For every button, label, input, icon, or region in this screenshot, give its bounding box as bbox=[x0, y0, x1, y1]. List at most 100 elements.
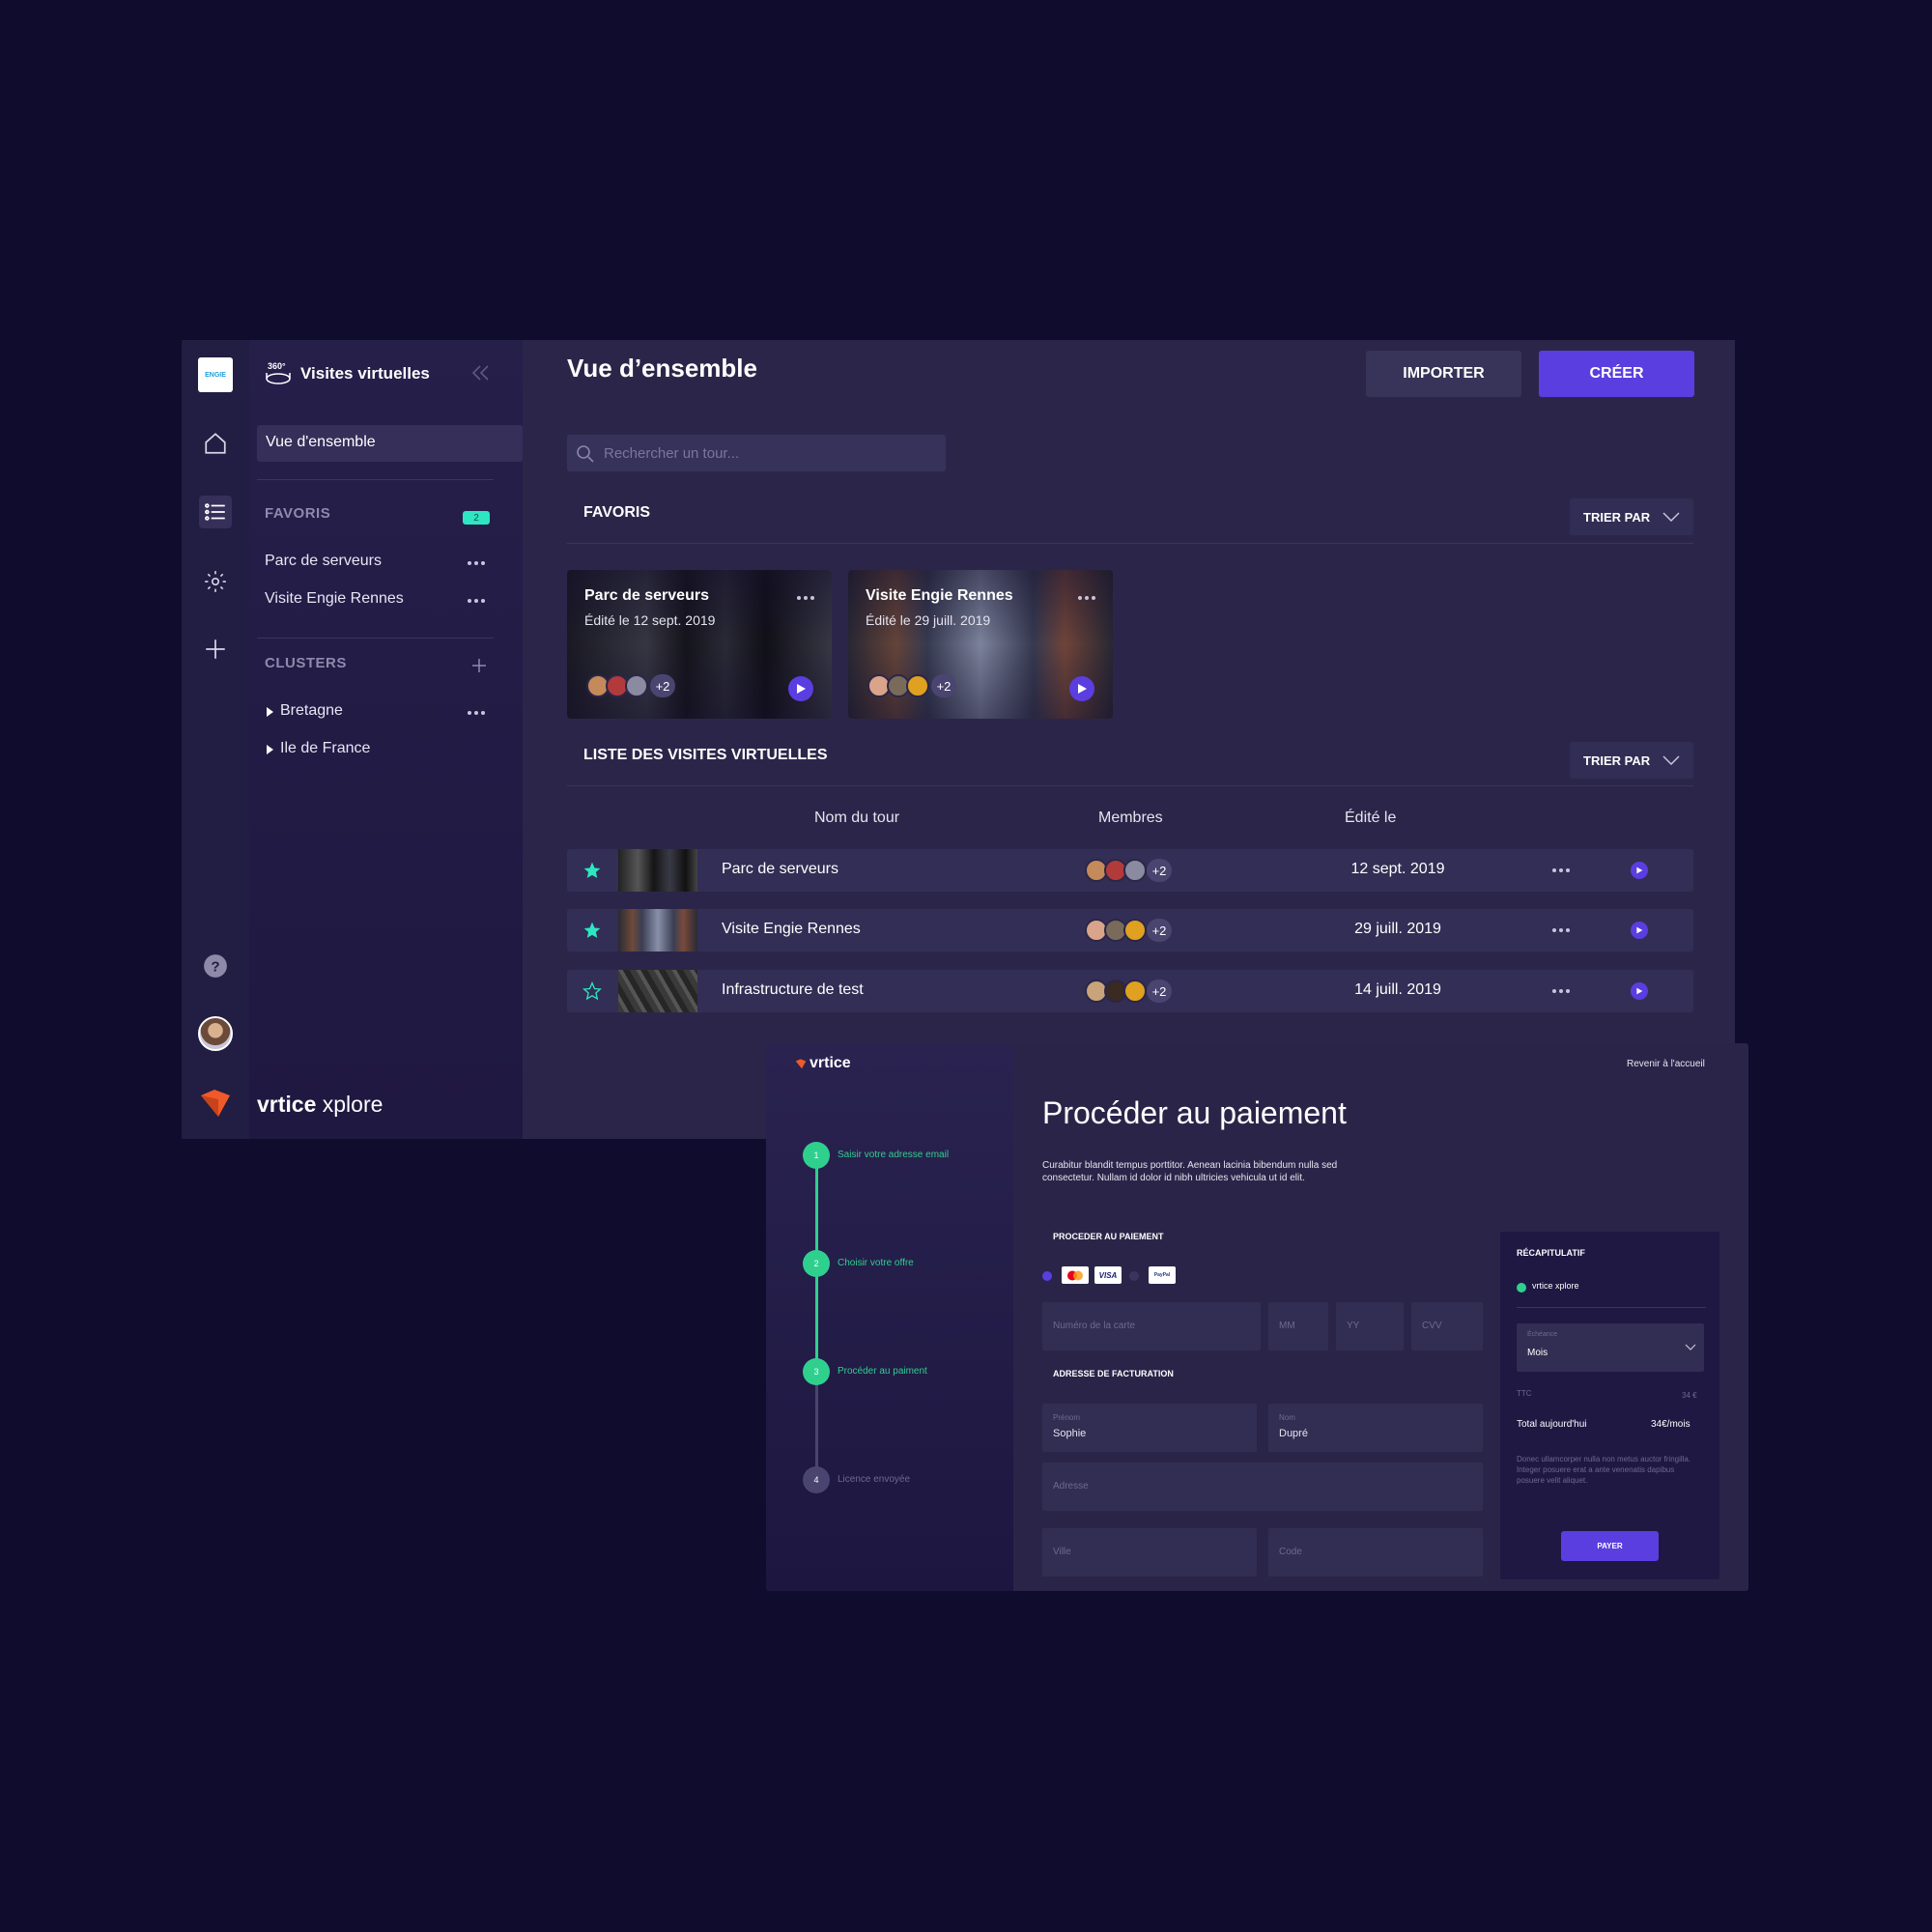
chevron-right-icon[interactable] bbox=[267, 707, 273, 717]
member-avatar bbox=[1123, 919, 1147, 942]
star-filled-icon[interactable] bbox=[582, 861, 602, 880]
home-icon[interactable] bbox=[201, 429, 230, 458]
more-icon[interactable] bbox=[1078, 596, 1097, 602]
tour-date: 12 sept. 2019 bbox=[1350, 861, 1445, 877]
last-name-field[interactable]: Nom Dupré bbox=[1268, 1404, 1483, 1452]
radio-unselected[interactable] bbox=[1129, 1271, 1139, 1281]
play-button[interactable] bbox=[1069, 676, 1094, 701]
user-avatar[interactable] bbox=[198, 1016, 233, 1051]
help-icon[interactable]: ? bbox=[201, 952, 230, 980]
gear-icon[interactable] bbox=[201, 567, 230, 596]
search-input[interactable]: Rechercher un tour... bbox=[567, 435, 946, 471]
sidebar-cluster-item[interactable]: Bretagne bbox=[280, 702, 343, 720]
vrtice-logo-icon bbox=[795, 1059, 807, 1069]
column-header-name[interactable]: Nom du tour bbox=[814, 810, 899, 827]
order-summary: RÉCAPITULATIF vrtice xplore Échéance Moi… bbox=[1500, 1232, 1719, 1579]
engie-logo-text: ENGIE bbox=[205, 371, 226, 379]
chevron-down-icon bbox=[1662, 512, 1680, 522]
postal-code-field[interactable]: Code bbox=[1268, 1528, 1483, 1577]
summary-title: RÉCAPITULATIF bbox=[1517, 1248, 1585, 1258]
clusters-heading: CLUSTERS bbox=[265, 655, 347, 671]
star-outline-icon[interactable] bbox=[582, 981, 602, 1001]
favorite-card[interactable]: Parc de serveurs Édité le 12 sept. 2019 … bbox=[567, 570, 832, 719]
payment-title: Procéder au paiement bbox=[1042, 1095, 1347, 1130]
back-home-link[interactable]: Revenir à l'accueil bbox=[1627, 1059, 1705, 1069]
member-avatar bbox=[906, 674, 929, 697]
more-icon[interactable] bbox=[797, 596, 816, 602]
address-placeholder: Adresse bbox=[1053, 1481, 1089, 1492]
play-button[interactable] bbox=[788, 676, 813, 701]
member-avatar bbox=[1123, 980, 1147, 1003]
city-placeholder: Ville bbox=[1053, 1547, 1071, 1557]
collapse-icon[interactable] bbox=[471, 364, 491, 386]
address-field[interactable]: Adresse bbox=[1042, 1463, 1483, 1511]
add-cluster-icon[interactable] bbox=[471, 658, 487, 678]
card-number-field[interactable]: Numéro de la carte bbox=[1042, 1302, 1261, 1350]
table-row[interactable]: Parc de serveurs +2 12 sept. 2019 bbox=[567, 849, 1693, 892]
column-header-members[interactable]: Membres bbox=[1098, 810, 1163, 827]
first-name-field[interactable]: Prénom Sophie bbox=[1042, 1404, 1257, 1452]
card-subtitle: Édité le 12 sept. 2019 bbox=[584, 612, 716, 628]
icon-rail: ENGIE ? bbox=[182, 340, 249, 1139]
sort-list-button[interactable]: TRIER PAR bbox=[1570, 742, 1693, 779]
tour-date: 14 juill. 2019 bbox=[1354, 981, 1441, 998]
chevron-down-icon bbox=[1662, 755, 1680, 765]
last-name-label: Nom bbox=[1279, 1413, 1295, 1422]
progress-line-todo bbox=[815, 1372, 818, 1478]
more-icon[interactable] bbox=[1552, 868, 1572, 874]
payment-section-title: PROCEDER AU PAIEMENT bbox=[1053, 1232, 1164, 1241]
step-label: Choisir votre offre bbox=[838, 1258, 914, 1268]
card-month-field[interactable]: MM bbox=[1268, 1302, 1328, 1350]
divider bbox=[567, 543, 1693, 544]
favorites-count-badge: 2 bbox=[463, 511, 490, 525]
divider bbox=[257, 479, 494, 480]
star-filled-icon[interactable] bbox=[582, 921, 602, 940]
radio-selected[interactable] bbox=[1042, 1271, 1052, 1281]
favorite-card[interactable]: Visite Engie Rennes Édité le 29 juill. 2… bbox=[848, 570, 1113, 719]
sidebar-favorite-item[interactable]: Visite Engie Rennes bbox=[265, 590, 404, 608]
step-number: 3 bbox=[813, 1367, 819, 1377]
card-year-field[interactable]: YY bbox=[1336, 1302, 1404, 1350]
divider bbox=[257, 638, 494, 639]
first-name-value: Sophie bbox=[1053, 1428, 1087, 1439]
column-header-date[interactable]: Édité le bbox=[1345, 810, 1396, 827]
main-content: Vue d’ensemble IMPORTER CRÉER Rechercher… bbox=[523, 340, 1735, 1139]
sidebar-favorite-item[interactable]: Parc de serveurs bbox=[265, 553, 382, 570]
sidebar-cluster-item[interactable]: Ile de France bbox=[280, 740, 370, 757]
list-icon[interactable] bbox=[199, 496, 232, 528]
step-number: 2 bbox=[813, 1259, 819, 1268]
favorites-count: 2 bbox=[473, 512, 479, 524]
sidebar-item-overview[interactable]: Vue d'ensemble bbox=[257, 425, 523, 462]
table-row[interactable]: Infrastructure de test +2 14 juill. 2019 bbox=[567, 970, 1693, 1012]
more-icon[interactable] bbox=[1552, 989, 1572, 995]
pay-button[interactable]: PAYER bbox=[1561, 1531, 1659, 1561]
play-button[interactable] bbox=[1631, 982, 1648, 1000]
step-marker: 3 bbox=[803, 1358, 830, 1385]
card-cvv-field[interactable]: CVV bbox=[1411, 1302, 1483, 1350]
engie-logo[interactable]: ENGIE bbox=[198, 357, 233, 392]
card-number-placeholder: Numéro de la carte bbox=[1053, 1321, 1136, 1331]
play-button[interactable] bbox=[1631, 862, 1648, 879]
brand-name: vrtice xplore bbox=[257, 1092, 383, 1118]
schedule-select[interactable]: Échéance Mois bbox=[1517, 1323, 1704, 1372]
play-button[interactable] bbox=[1631, 922, 1648, 939]
add-icon[interactable] bbox=[201, 635, 230, 664]
section-title: Visites virtuelles bbox=[300, 364, 430, 383]
more-icon[interactable] bbox=[468, 599, 487, 605]
360-icon: 360° bbox=[264, 359, 293, 393]
more-icon[interactable] bbox=[1552, 928, 1572, 934]
import-button[interactable]: IMPORTER bbox=[1366, 351, 1521, 397]
more-icon[interactable] bbox=[468, 711, 487, 717]
card-title: Parc de serveurs bbox=[584, 587, 709, 604]
chevron-right-icon[interactable] bbox=[267, 745, 273, 754]
member-avatar bbox=[1123, 859, 1147, 882]
create-button[interactable]: CRÉER bbox=[1539, 351, 1694, 397]
sort-favorites-button[interactable]: TRIER PAR bbox=[1570, 498, 1693, 535]
summary-note: Donec ullamcorper nulla non metus auctor… bbox=[1517, 1455, 1691, 1485]
members-extra-count: +2 bbox=[1147, 980, 1172, 1003]
table-row[interactable]: Visite Engie Rennes +2 29 juill. 2019 bbox=[567, 909, 1693, 952]
city-field[interactable]: Ville bbox=[1042, 1528, 1257, 1577]
step-marker: 1 bbox=[803, 1142, 830, 1169]
step-marker: 2 bbox=[803, 1250, 830, 1277]
more-icon[interactable] bbox=[468, 561, 487, 567]
